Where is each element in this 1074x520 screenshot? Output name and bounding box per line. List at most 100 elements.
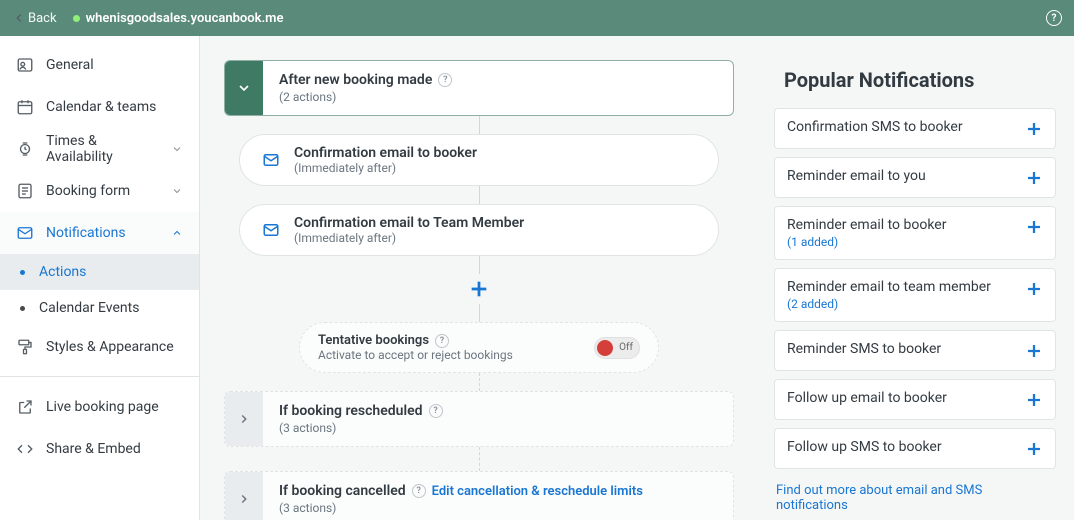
section-toggle-button[interactable] <box>225 392 263 446</box>
popular-item-label: Reminder SMS to booker <box>787 341 1015 357</box>
section-after-new-booking[interactable]: After new booking made ? (2 actions) <box>224 60 734 116</box>
sidebar-item-booking-form[interactable]: Booking form <box>0 170 199 212</box>
paint-roller-icon <box>16 338 34 356</box>
popular-item-followup-sms-booker[interactable]: Follow up SMS to booker <box>774 428 1056 469</box>
sidebar-item-label: Calendar & teams <box>46 99 183 115</box>
sidebar-item-label: Styles & Appearance <box>46 339 183 355</box>
tentative-subtitle: Activate to accept or reject bookings <box>318 348 580 362</box>
sidebar-item-general[interactable]: General <box>0 44 199 86</box>
action-title: Confirmation email to booker <box>294 145 477 161</box>
toggle-knob-icon <box>597 340 613 356</box>
popular-item-added: (1 added) <box>787 235 1015 249</box>
help-tooltip-button[interactable]: ? <box>412 484 426 498</box>
plus-icon <box>1025 342 1043 360</box>
workflow-column: After new booking made ? (2 actions) Con… <box>200 36 754 520</box>
section-if-rescheduled[interactable]: If booking rescheduled ? (3 actions) <box>224 391 734 447</box>
sidebar-item-styles-appearance[interactable]: Styles & Appearance <box>0 326 199 368</box>
sidebar-item-calendar-teams[interactable]: Calendar & teams <box>0 86 199 128</box>
connector-line <box>479 186 480 204</box>
section-toggle-button[interactable] <box>225 472 263 520</box>
connector-line <box>479 116 480 134</box>
add-action-button[interactable] <box>468 278 490 300</box>
section-subtitle: (3 actions) <box>279 421 717 435</box>
edit-cancellation-link[interactable]: Edit cancellation & reschedule limits <box>432 484 643 499</box>
popular-item-reminder-email-booker[interactable]: Reminder email to booker (1 added) <box>774 206 1056 260</box>
chevron-down-icon <box>236 80 252 96</box>
sidebar-item-times-availability[interactable]: Times & Availability <box>0 128 199 170</box>
popular-item-label: Reminder email to booker <box>787 217 1015 233</box>
popular-item-label: Reminder email to team member <box>787 279 1015 295</box>
section-if-cancelled[interactable]: If booking cancelled ? Edit cancellation… <box>224 471 734 520</box>
connector-line <box>479 256 480 274</box>
page-url: whenisgoodsales.youcanbook.me <box>86 11 284 26</box>
back-button[interactable]: Back <box>12 11 57 26</box>
back-label: Back <box>28 11 57 26</box>
sidebar-item-notifications[interactable]: Notifications <box>0 212 199 254</box>
chevron-right-icon <box>237 492 251 506</box>
sidebar-item-label: Live booking page <box>46 399 183 415</box>
status-dot-icon <box>73 15 80 22</box>
action-subtitle: (Immediately after) <box>294 231 524 245</box>
tentative-title-text: Tentative bookings <box>318 333 429 348</box>
section-toggle-button[interactable] <box>225 61 263 115</box>
page-url-badge: whenisgoodsales.youcanbook.me <box>73 11 284 26</box>
popular-item-reminder-email-you[interactable]: Reminder email to you <box>774 157 1056 198</box>
person-card-icon <box>16 56 34 74</box>
action-title: Confirmation email to Team Member <box>294 215 524 231</box>
popular-footer-link[interactable]: Find out more about email and SMS notifi… <box>774 477 1056 513</box>
connector-line <box>479 304 480 322</box>
popular-item-followup-email-booker[interactable]: Follow up email to booker <box>774 379 1056 420</box>
mail-icon <box>262 221 280 239</box>
popular-item-label: Confirmation SMS to booker <box>787 119 1015 135</box>
tentative-bookings-card: Tentative bookings ? Activate to accept … <box>299 322 659 373</box>
external-link-icon <box>16 398 34 416</box>
sidebar-subitem-label: Actions <box>39 264 86 280</box>
popular-item-label: Follow up email to booker <box>787 390 1015 406</box>
chevron-up-icon <box>171 227 183 239</box>
watch-icon <box>16 140 34 158</box>
section-subtitle: (2 actions) <box>279 90 717 104</box>
popular-item-label: Reminder email to you <box>787 168 1015 184</box>
sidebar-item-live-booking[interactable]: Live booking page <box>0 386 199 428</box>
sidebar: General Calendar & teams Times & Availab… <box>0 36 200 520</box>
action-confirmation-email-booker[interactable]: Confirmation email to booker (Immediatel… <box>239 134 719 186</box>
help-tooltip-button[interactable]: ? <box>435 334 449 348</box>
action-subtitle: (Immediately after) <box>294 161 477 175</box>
sidebar-item-label: Share & Embed <box>46 441 183 457</box>
plus-icon <box>1025 391 1043 409</box>
action-confirmation-email-team[interactable]: Confirmation email to Team Member (Immed… <box>239 204 719 256</box>
sidebar-subitem-calendar-events[interactable]: Calendar Events <box>0 290 199 326</box>
popular-item-reminder-sms-booker[interactable]: Reminder SMS to booker <box>774 330 1056 371</box>
tentative-toggle[interactable]: Off <box>594 337 640 359</box>
form-icon <box>16 182 34 200</box>
popular-item-reminder-email-team[interactable]: Reminder email to team member (2 added) <box>774 268 1056 322</box>
section-subtitle: (3 actions) <box>279 501 717 515</box>
sidebar-item-label: General <box>46 57 183 73</box>
sidebar-item-share-embed[interactable]: Share & Embed <box>0 428 199 470</box>
calendar-icon <box>16 98 34 116</box>
plus-icon <box>1025 280 1043 298</box>
popular-notifications-panel: Popular Notifications Confirmation SMS t… <box>774 36 1074 520</box>
app-header: Back whenisgoodsales.youcanbook.me ? <box>0 0 1074 36</box>
popular-title: Popular Notifications <box>774 68 1056 92</box>
chevron-down-icon <box>171 143 183 155</box>
connector-line <box>479 373 480 391</box>
section-title-text: If booking rescheduled <box>279 403 423 419</box>
mail-icon <box>262 151 280 169</box>
mail-icon <box>16 224 34 242</box>
section-title-text: After new booking made <box>279 72 432 88</box>
toggle-state-label: Off <box>619 342 633 353</box>
chevron-down-icon <box>171 185 183 197</box>
sidebar-subitem-actions[interactable]: Actions <box>0 254 199 290</box>
help-tooltip-button[interactable]: ? <box>438 73 452 87</box>
code-icon <box>16 440 34 458</box>
section-title-text: If booking cancelled <box>279 483 406 499</box>
sidebar-separator <box>0 376 199 386</box>
sidebar-item-label: Booking form <box>46 183 159 199</box>
plus-icon <box>1025 120 1043 138</box>
popular-item-confirmation-sms[interactable]: Confirmation SMS to booker <box>774 108 1056 149</box>
help-tooltip-button[interactable]: ? <box>429 404 443 418</box>
help-button[interactable]: ? <box>1046 10 1062 26</box>
plus-icon <box>1025 218 1043 236</box>
bullet-icon <box>20 306 25 311</box>
